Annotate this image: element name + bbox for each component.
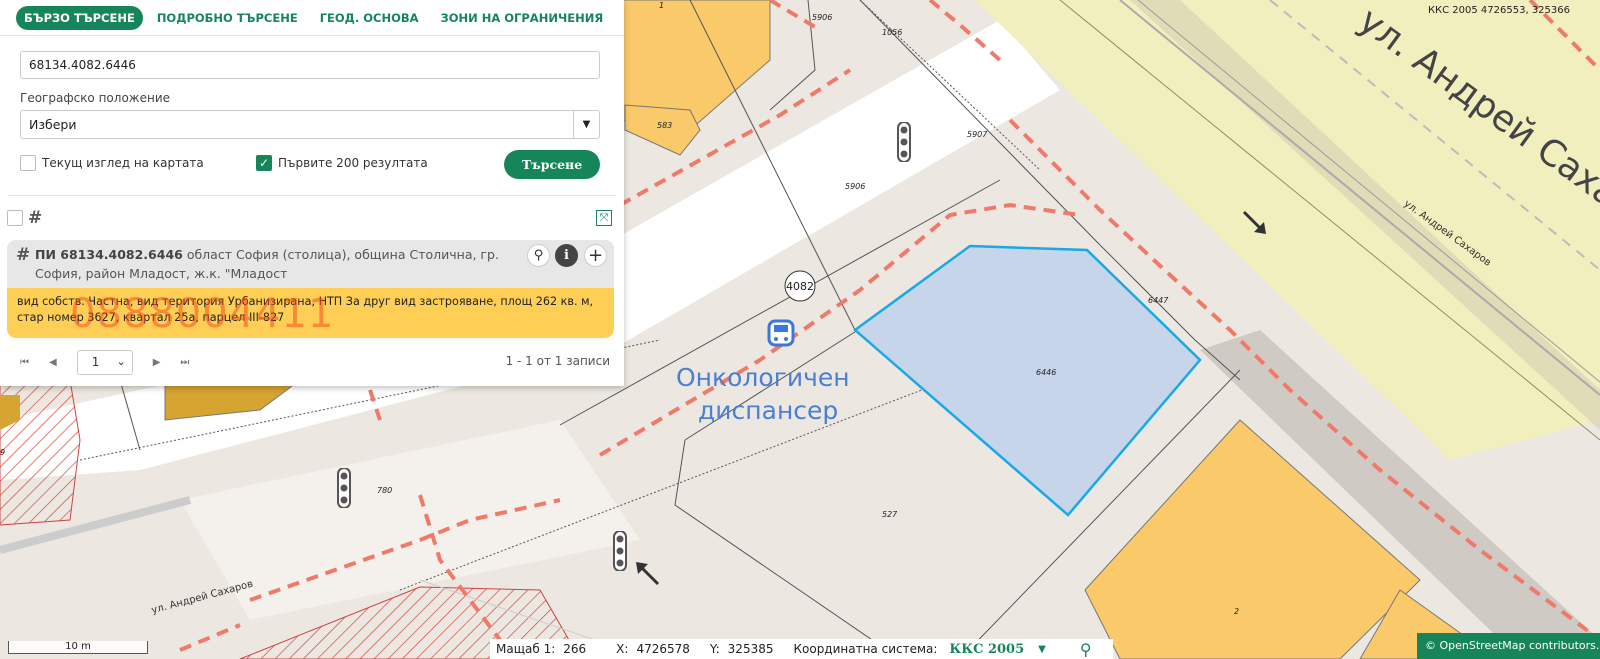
search-input[interactable]	[20, 51, 600, 79]
divider	[8, 195, 616, 196]
scale-value: 266	[563, 642, 587, 656]
crs-label: Координатна система:	[793, 642, 938, 656]
current-view-label: Текущ изглед на картата	[42, 156, 204, 170]
page-select-value: 1	[91, 355, 100, 369]
first-page-icon[interactable]: ⏮	[20, 357, 29, 368]
scale-label: Мащаб 1:	[496, 642, 556, 656]
parcel-label: 780	[377, 486, 393, 495]
x-label: X:	[616, 642, 629, 656]
traffic-light-icon	[337, 468, 351, 508]
page-count: 1 - 1 от 1 записи	[505, 354, 610, 368]
top-coordinates: ККС 2005 4726553, 325366	[1427, 5, 1570, 16]
parcel-label: 583	[657, 121, 673, 130]
next-page-icon[interactable]: ▶	[153, 357, 161, 368]
parcel-label-selected: 6446	[1036, 368, 1057, 377]
first200-label: Първите 200 резултата	[278, 156, 428, 170]
zoom-to-results-icon[interactable]: ⤧	[596, 210, 612, 226]
add-icon[interactable]: +	[584, 244, 607, 267]
search-panel: БЪРЗО ТЪРСЕНЕ ПОДРОБНО ТЪРСЕНЕ ГЕОД. ОСН…	[0, 0, 624, 386]
tab-detailed-search[interactable]: ПОДРОБНО ТЪРСЕНЕ	[149, 6, 306, 30]
caret-down-icon[interactable]: ▼	[573, 111, 599, 138]
prev-page-icon[interactable]: ◀	[49, 357, 57, 368]
search-tabs: БЪРЗО ТЪРСЕНЕ ПОДРОБНО ТЪРСЕНЕ ГЕОД. ОСН…	[0, 0, 624, 36]
last-page-icon[interactable]: ⏭	[180, 357, 189, 368]
parcel-grid-icon[interactable]: #	[28, 210, 42, 227]
info-icon[interactable]: i	[555, 244, 578, 267]
attribution[interactable]: © OpenStreetMap contributors.	[1417, 633, 1600, 659]
coordinate-search-icon[interactable]: ⚲	[1080, 640, 1092, 659]
parcel-label: 5906	[812, 13, 833, 22]
block-label: 4082	[786, 280, 814, 293]
parcel-label: 5907	[967, 130, 988, 139]
parcel-label: 6447	[1148, 296, 1169, 305]
search-button[interactable]: Търсене	[504, 150, 600, 179]
crs-value[interactable]: ККС 2005	[949, 642, 1024, 657]
geo-location-label: Географско положение	[20, 91, 170, 105]
geo-location-select[interactable]: Избери ▼	[20, 110, 600, 139]
result-header: # ПИ 68134.4082.6446 област София (столи…	[7, 240, 614, 288]
tab-geodetic-base[interactable]: ГЕОД. ОСНОВА	[312, 6, 427, 30]
parcel-label: 2	[1234, 607, 1240, 616]
poi-name-line1[interactable]: Онкологичен	[676, 362, 850, 394]
y-value: 325385	[727, 642, 774, 656]
direction-arrow-icon	[1242, 210, 1266, 234]
traffic-light-icon	[613, 531, 627, 571]
page-select[interactable]: 1 ⌄	[76, 350, 133, 375]
first200-checkbox[interactable]: ✓	[256, 155, 272, 171]
geo-location-select-value: Избери	[29, 117, 77, 132]
direction-arrow-icon	[636, 562, 660, 586]
pager: ⏮ ◀ 1 ⌄ ▶ ⏭	[20, 350, 209, 375]
status-bar: Мащаб 1: 266 X: 4726578 Y: 325385 Коорди…	[490, 639, 1113, 659]
traffic-light-icon	[897, 122, 911, 162]
current-view-checkbox[interactable]	[20, 155, 36, 171]
parcel-label: 1056	[882, 28, 903, 37]
tab-restriction-zones[interactable]: ЗОНИ НА ОГРАНИЧЕНИЯ	[433, 6, 612, 30]
parcel-label: 5906	[845, 182, 866, 191]
bus-stop-icon[interactable]	[767, 319, 795, 351]
x-value: 4726578	[636, 642, 690, 656]
current-view-option[interactable]: Текущ изглед на картата	[20, 155, 204, 171]
tab-quick-search[interactable]: БЪРЗО ТЪРСЕНЕ	[16, 5, 143, 30]
scale-bar: 10 m	[8, 641, 148, 654]
y-label: Y:	[709, 642, 720, 656]
search-icon[interactable]: ⚲	[527, 244, 550, 267]
parcel-label: 1	[659, 1, 665, 10]
parcel-label: 527	[882, 510, 898, 519]
result-id: ПИ 68134.4082.6446	[35, 247, 183, 262]
phone-watermark: 0888004411	[70, 291, 335, 337]
parcel-label: 9	[0, 448, 6, 457]
poi-name-line2[interactable]: диспансер	[698, 395, 838, 427]
first200-option[interactable]: ✓ Първите 200 резултата	[256, 155, 428, 171]
parcel-grid-icon: #	[16, 245, 31, 265]
chevron-down-icon: ⌄	[116, 355, 126, 368]
crs-dropdown-icon[interactable]: ▼	[1038, 644, 1046, 655]
select-all-checkbox[interactable]	[7, 210, 23, 226]
